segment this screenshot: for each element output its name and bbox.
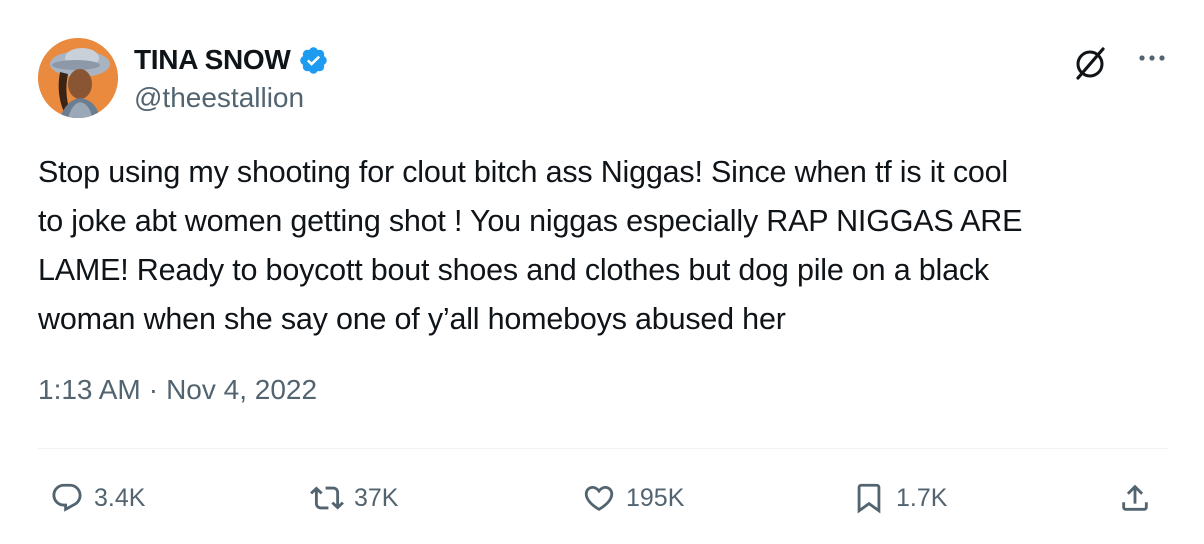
reply-count: 3.4K	[94, 483, 146, 512]
tweet-text-line: woman when she say one of y’all homeboys…	[38, 302, 786, 336]
bookmark-button[interactable]: 1.7K	[852, 476, 947, 520]
bookmark-icon	[852, 481, 886, 515]
avatar-image	[38, 38, 118, 118]
repost-count: 37K	[354, 483, 399, 512]
bookmark-count: 1.7K	[896, 483, 948, 512]
grok-icon[interactable]	[1070, 44, 1110, 84]
like-icon	[582, 481, 616, 515]
tweet-text-line: LAME! Ready to boycott bout shoes and cl…	[38, 253, 989, 287]
repost-icon	[310, 481, 344, 515]
avatar[interactable]	[38, 38, 118, 118]
reply-icon	[50, 481, 84, 515]
like-count: 195K	[626, 483, 685, 512]
author-name-row: TINA SNOW	[134, 42, 329, 78]
author-display-name[interactable]: TINA SNOW	[134, 44, 291, 76]
like-button[interactable]: 195K	[582, 476, 684, 520]
tweet-date[interactable]: Nov 4, 2022	[166, 374, 317, 406]
divider	[38, 448, 1168, 449]
tweet-time[interactable]: 1:13 AM	[38, 374, 141, 406]
timestamp-separator: ·	[148, 374, 159, 405]
repost-button[interactable]: 37K	[310, 476, 398, 520]
tweet-card: TINA SNOW @theestallion Stop using my sh…	[0, 0, 1204, 544]
share-icon	[1118, 481, 1152, 515]
tweet-text-line: Stop using my shooting for clout bitch a…	[38, 155, 1008, 189]
verified-badge-icon[interactable]	[298, 45, 329, 76]
more-options-icon[interactable]	[1134, 44, 1170, 74]
tweet-text: Stop using my shooting for clout bitch a…	[38, 148, 1178, 344]
tweet-timestamp: 1:13 AM · Nov 4, 2022	[38, 374, 317, 406]
author-handle[interactable]: @theestallion	[134, 82, 304, 114]
share-button[interactable]	[1118, 476, 1152, 520]
reply-button[interactable]: 3.4K	[50, 476, 145, 520]
tweet-text-line: to joke abt women getting shot ! You nig…	[38, 204, 1023, 238]
